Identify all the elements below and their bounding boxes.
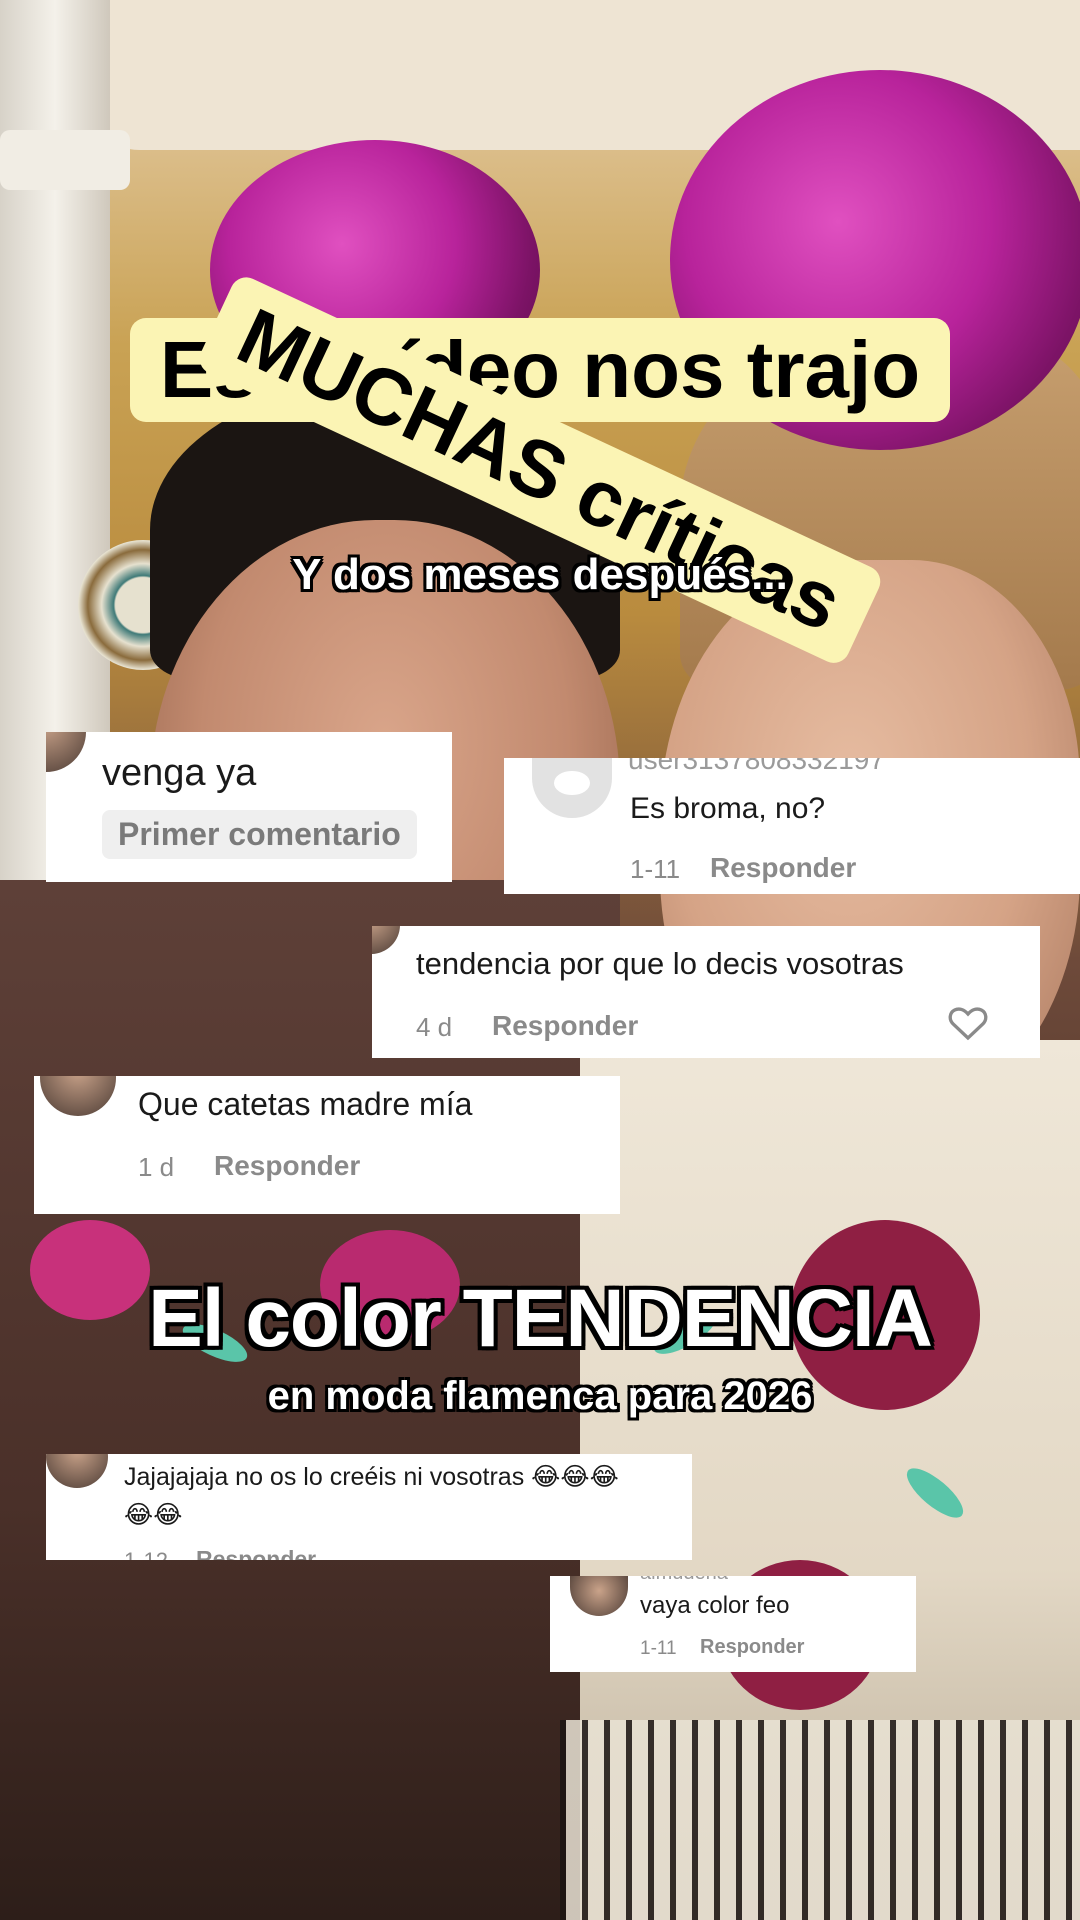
comment-text: Jajajajaja no os lo creéis ni vosotras 😂… xyxy=(124,1463,619,1491)
user-avatar xyxy=(532,758,612,818)
comment-date: 1 d xyxy=(138,1152,175,1182)
bottom-subtitle-caption: en moda flamenca para 2026 xyxy=(267,1374,813,1418)
comment-text-continued: 😂😂 xyxy=(124,1501,183,1529)
comment-card[interactable]: almudena vaya color feo 1-11 Responder xyxy=(550,1576,916,1672)
shawl-fringe xyxy=(560,1720,1080,1920)
comment-date: 1-12 xyxy=(124,1548,168,1560)
user-avatar xyxy=(46,1454,108,1488)
comment-text: Es broma, no? xyxy=(630,792,826,825)
comment-card[interactable]: user3137808332197 Es broma, no? 1-11 Res… xyxy=(504,758,1080,894)
heart-outline-icon[interactable] xyxy=(948,1004,988,1042)
user-avatar xyxy=(46,732,86,772)
comment-card[interactable]: tendencia por que lo decis vosotras 4 d … xyxy=(372,926,1040,1058)
user-avatar xyxy=(372,926,400,954)
reply-button[interactable]: Responder xyxy=(214,1150,360,1182)
comment-username: almudena xyxy=(640,1576,728,1585)
reply-button[interactable]: Responder xyxy=(492,1010,638,1042)
comment-card[interactable]: venga ya Primer comentario xyxy=(46,732,452,882)
comment-text: venga ya xyxy=(102,752,257,794)
comment-text: Que catetas madre mía xyxy=(138,1086,473,1122)
user-avatar xyxy=(40,1076,116,1116)
reply-button[interactable]: Responder xyxy=(710,852,856,884)
comment-date: 1-11 xyxy=(630,854,681,884)
comment-text: tendencia por que lo decis vosotras xyxy=(416,946,904,981)
comment-date: 4 d xyxy=(416,1012,453,1042)
comment-username: user3137808332197 xyxy=(628,758,885,775)
comment-text: vaya color feo xyxy=(640,1592,790,1619)
title-overlay: Este vídeo nos trajo MUCHAS críticas xyxy=(0,272,1080,668)
bottom-title-caption: El color TENDENCIA xyxy=(148,1273,933,1364)
reply-button[interactable]: Responder xyxy=(700,1636,804,1659)
comment-card[interactable]: Jajajajaja no os lo creéis ni vosotras 😂… xyxy=(46,1454,692,1560)
first-comment-badge: Primer comentario xyxy=(102,810,417,859)
user-avatar xyxy=(570,1576,628,1616)
comment-card[interactable]: Que catetas madre mía 1 d Responder xyxy=(34,1076,620,1214)
reply-button[interactable]: Responder xyxy=(196,1546,316,1560)
subtitle-caption: Y dos meses después... xyxy=(292,550,788,599)
background-column-cap xyxy=(0,130,130,190)
comment-date: 1-11 xyxy=(640,1638,677,1659)
